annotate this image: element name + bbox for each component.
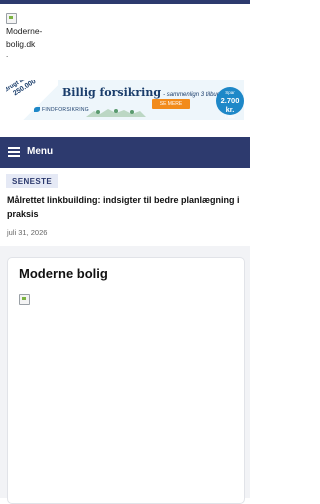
leaf-icon xyxy=(34,107,40,113)
ad-badge-bottom: i snit xyxy=(225,114,235,119)
menu-toggle-label[interactable]: Menu xyxy=(27,146,53,157)
main-navigation: Menu xyxy=(0,137,250,168)
logo-suffix: . xyxy=(6,50,9,59)
ad-savings-badge: Spar 2.700 kr. i snit xyxy=(216,87,244,119)
ad-badge-amount: 2.700 kr. xyxy=(220,96,240,114)
ad-brand-text: FINDFORSIKRING xyxy=(42,107,89,113)
ad-title: Billig forsikring - sammenlign 3 tilbud xyxy=(62,86,220,99)
category-tag[interactable]: SENESTE xyxy=(6,174,59,188)
ad-cta-button[interactable]: SE MERE xyxy=(152,99,190,109)
landscape-illustration xyxy=(86,109,146,117)
article-headline-link[interactable]: Målrettet linkbuilding: indsigter til be… xyxy=(7,193,243,221)
hamburger-icon[interactable] xyxy=(8,147,20,157)
broken-image-icon xyxy=(6,13,17,24)
card-title: Moderne bolig xyxy=(19,266,108,281)
site-logo[interactable]: Moderne-bolig.dk . xyxy=(6,12,66,59)
ad-subtitle: - sammenlign 3 tilbud xyxy=(163,92,221,98)
logo-alt-text: Moderne-bolig.dk xyxy=(6,26,43,49)
article-date: juli 31, 2026 xyxy=(7,228,48,237)
top-accent-bar xyxy=(0,0,250,4)
content-card: Moderne bolig xyxy=(7,257,245,504)
ad-title-text: Billig forsikring xyxy=(62,86,162,99)
ad-banner[interactable]: Brugt af over 250.000 Billig forsikring -… xyxy=(6,80,244,120)
ad-brand: FINDFORSIKRING xyxy=(34,107,89,113)
broken-image-icon xyxy=(19,294,30,305)
